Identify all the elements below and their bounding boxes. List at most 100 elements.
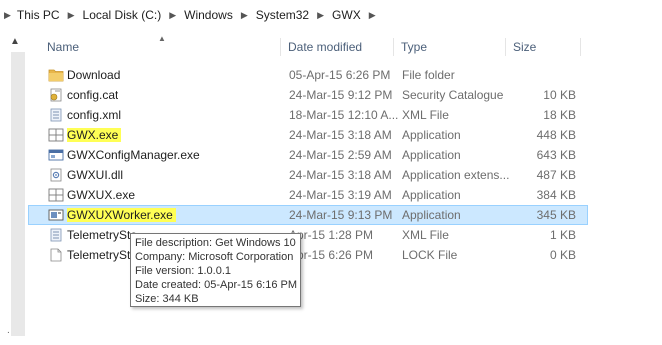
file-date: 24-Mar-15 2:59 AM bbox=[289, 148, 392, 162]
column-divider[interactable] bbox=[393, 38, 394, 56]
file-size bbox=[514, 66, 576, 84]
file-row[interactable]: TelemetrySto... Apr-15 6:26 PM LOCK File… bbox=[28, 245, 588, 265]
file-date: 24-Mar-15 3:18 AM bbox=[289, 168, 392, 182]
file-row[interactable]: GWXUI.dll 24-Mar-15 3:18 AM Application … bbox=[28, 165, 588, 185]
file-date: 24-Mar-15 3:19 AM bbox=[289, 188, 392, 202]
breadcrumb: ▶ This PC ▶ Local Disk (C:) ▶ Windows ▶ … bbox=[0, 0, 662, 30]
tooltip-description: File description: Get Windows 10 bbox=[135, 237, 296, 249]
file-name: GWXUXWorker.exe bbox=[67, 206, 176, 224]
file-size: 448 KB bbox=[536, 128, 576, 142]
breadcrumb-item-this-pc[interactable]: This PC bbox=[17, 8, 60, 22]
file-row[interactable]: config.xml 18-Mar-15 12:10 A... XML File… bbox=[28, 105, 588, 125]
highlighted-file-name: GWXUXWorker.exe bbox=[67, 208, 176, 222]
breadcrumb-item-local-disk[interactable]: Local Disk (C:) bbox=[83, 8, 162, 22]
file-size: 18 KB bbox=[543, 108, 576, 122]
app-icon bbox=[48, 188, 64, 202]
file-date: 24-Mar-15 9:12 PM bbox=[289, 88, 393, 102]
file-type: XML File bbox=[402, 228, 449, 242]
column-divider[interactable] bbox=[580, 38, 581, 56]
file-date: Apr-15 6:26 PM bbox=[289, 248, 374, 262]
tooltip-version: File version: 1.0.0.1 bbox=[135, 265, 231, 277]
column-header-row: Name ▲ Date modified Type Size bbox=[28, 30, 588, 64]
file-type: Application extens... bbox=[402, 168, 510, 182]
file-type: File folder bbox=[402, 68, 455, 82]
column-header-label: Size bbox=[513, 40, 537, 54]
breadcrumb-label: Windows bbox=[184, 8, 233, 22]
dot: . bbox=[7, 325, 10, 336]
chevron-right-icon[interactable]: ▶ bbox=[4, 10, 11, 21]
tooltip-size: Size: 344 KB bbox=[135, 293, 199, 305]
file-type: Application bbox=[402, 128, 461, 142]
file-name: GWXUI.dll bbox=[67, 168, 124, 182]
column-divider[interactable] bbox=[505, 38, 506, 56]
file-size: 1 KB bbox=[549, 228, 576, 242]
file-date: Apr-15 1:28 PM bbox=[289, 228, 374, 242]
file-list: Download 05-Apr-15 6:26 PM File folder c… bbox=[28, 65, 588, 265]
file-date: 24-Mar-15 3:18 AM bbox=[289, 128, 392, 142]
file-date: 18-Mar-15 12:10 A... bbox=[289, 108, 399, 122]
file-row[interactable]: Download 05-Apr-15 6:26 PM File folder bbox=[28, 65, 588, 85]
file-name: config.xml bbox=[67, 108, 122, 122]
file-name: Download bbox=[67, 68, 121, 82]
file-type: Security Catalogue bbox=[402, 88, 504, 102]
xml-file-icon bbox=[48, 108, 64, 122]
nav-pane-scrollbar[interactable]: ▲ bbox=[0, 30, 28, 345]
column-header-label: Name bbox=[47, 40, 80, 54]
file-size: 345 KB bbox=[536, 208, 576, 222]
file-type: Application bbox=[402, 208, 461, 222]
file-type: XML File bbox=[402, 108, 449, 122]
tooltip-date-created: Date created: 05-Apr-15 6:16 PM bbox=[135, 279, 298, 291]
folder-icon bbox=[48, 68, 64, 82]
file-row[interactable]: GWXUX.exe 24-Mar-15 3:19 AM Application … bbox=[28, 185, 588, 205]
file-size: 10 KB bbox=[543, 88, 576, 102]
file-date: 24-Mar-15 9:13 PM bbox=[289, 208, 393, 222]
breadcrumb-item-system32[interactable]: System32 bbox=[256, 8, 309, 22]
column-header-label: Date modified bbox=[288, 40, 363, 54]
file-date: 05-Apr-15 6:26 PM bbox=[289, 68, 391, 82]
highlighted-file-name: GWX.exe bbox=[67, 128, 122, 142]
file-type: Application bbox=[402, 148, 461, 162]
dll-icon bbox=[48, 168, 64, 182]
column-divider[interactable] bbox=[280, 38, 281, 56]
tooltip-company: Company: Microsoft Corporation bbox=[135, 251, 294, 263]
breadcrumb-label: This PC bbox=[16, 8, 60, 22]
file-type: Application bbox=[402, 188, 461, 202]
chevron-right-icon[interactable]: ▶ bbox=[68, 10, 75, 21]
sort-ascending-icon: ▲ bbox=[158, 34, 166, 43]
column-header-type[interactable]: Type bbox=[401, 30, 427, 64]
file-row-selected[interactable]: GWXUXWorker.exe 24-Mar-15 9:13 PM Applic… bbox=[28, 205, 588, 225]
xml-file-icon bbox=[48, 228, 64, 242]
file-size: 487 KB bbox=[536, 168, 576, 182]
scrollbar-track[interactable] bbox=[11, 52, 25, 336]
column-header-label: Type bbox=[401, 40, 428, 54]
chevron-right-icon[interactable]: ▶ bbox=[317, 10, 324, 21]
file-size: 0 KB bbox=[549, 248, 576, 262]
file-size: 384 KB bbox=[536, 188, 576, 202]
column-header-size[interactable]: Size bbox=[513, 30, 536, 64]
file-name: GWX.exe bbox=[67, 126, 122, 144]
file-type: LOCK File bbox=[402, 248, 458, 262]
file-row[interactable]: GWXConfigManager.exe 24-Mar-15 2:59 AM A… bbox=[28, 145, 588, 165]
file-row[interactable]: config.cat 24-Mar-15 9:12 PM Security Ca… bbox=[28, 85, 588, 105]
file-row[interactable]: GWX.exe 24-Mar-15 3:18 AM Application 44… bbox=[28, 125, 588, 145]
chevron-right-icon[interactable]: ▶ bbox=[169, 10, 176, 21]
breadcrumb-item-windows[interactable]: Windows bbox=[184, 8, 233, 22]
file-info-tooltip: File description: Get Windows 10 Company… bbox=[130, 233, 301, 307]
column-header-name[interactable]: Name bbox=[47, 30, 79, 64]
file-name: config.cat bbox=[67, 88, 119, 102]
window-app-icon bbox=[48, 148, 64, 162]
breadcrumb-label: GWX bbox=[332, 8, 361, 22]
breadcrumb-label: Local Disk (C:) bbox=[82, 8, 162, 22]
file-row[interactable]: TelemetrySto... Apr-15 1:28 PM XML File … bbox=[28, 225, 588, 245]
catalog-file-icon bbox=[48, 88, 64, 102]
chevron-right-icon[interactable]: ▶ bbox=[369, 10, 376, 21]
breadcrumb-item-gwx[interactable]: GWX bbox=[332, 8, 361, 22]
file-size: 643 KB bbox=[536, 148, 576, 162]
file-name: GWXConfigManager.exe bbox=[67, 148, 200, 162]
scroll-up-arrow-icon[interactable]: ▲ bbox=[10, 36, 20, 47]
blank-file-icon bbox=[48, 248, 64, 262]
chevron-right-icon[interactable]: ▶ bbox=[241, 10, 248, 21]
file-name: GWXUX.exe bbox=[67, 188, 136, 202]
column-header-date[interactable]: Date modified bbox=[288, 30, 362, 64]
breadcrumb-label: System32 bbox=[255, 8, 310, 22]
